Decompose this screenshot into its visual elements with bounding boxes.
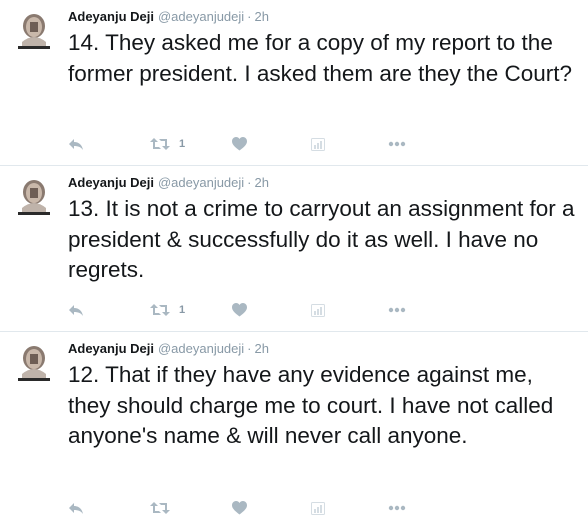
separator: · bbox=[247, 175, 252, 190]
user-handle[interactable]: @adeyanjudeji bbox=[158, 9, 244, 24]
display-name[interactable]: Adeyanju Deji bbox=[68, 175, 154, 190]
heart-icon bbox=[232, 303, 247, 317]
retweet-button[interactable] bbox=[150, 499, 179, 517]
tweet[interactable]: Adeyanju Deji @adeyanjudeji · 2h 14. They a… bbox=[0, 0, 588, 166]
timestamp[interactable]: 2h bbox=[255, 341, 269, 356]
analytics-button[interactable] bbox=[311, 301, 325, 319]
heart-icon bbox=[232, 137, 247, 151]
separator: · bbox=[247, 9, 252, 24]
timestamp[interactable]: 2h bbox=[255, 9, 269, 24]
avatar[interactable] bbox=[17, 12, 51, 52]
more-button[interactable] bbox=[388, 135, 406, 153]
like-button[interactable] bbox=[232, 135, 247, 153]
analytics-icon bbox=[311, 137, 325, 151]
user-handle[interactable]: @adeyanjudeji bbox=[158, 175, 244, 190]
tweet-text: 12. That if they have any evidence again… bbox=[68, 362, 554, 448]
retweet-button[interactable]: 1 bbox=[150, 135, 185, 153]
retweet-icon bbox=[150, 502, 170, 514]
tweet[interactable]: Adeyanju Deji @adeyanjudeji · 2h 13. It is … bbox=[0, 166, 588, 332]
reply-button[interactable] bbox=[68, 499, 84, 517]
tweet-actions bbox=[68, 499, 428, 517]
reply-button[interactable] bbox=[68, 135, 84, 153]
display-name[interactable]: Adeyanju Deji bbox=[68, 341, 154, 356]
more-icon bbox=[388, 141, 406, 147]
tweet-actions: 1 bbox=[68, 301, 428, 319]
reply-icon bbox=[69, 503, 83, 514]
tweet-actions: 1 bbox=[68, 135, 428, 153]
more-icon bbox=[388, 307, 406, 313]
retweet-icon bbox=[150, 138, 170, 150]
analytics-icon bbox=[311, 303, 325, 317]
more-button[interactable] bbox=[388, 301, 406, 319]
avatar[interactable] bbox=[17, 178, 51, 218]
analytics-button[interactable] bbox=[311, 499, 325, 517]
tweet-text: 13. It is not a crime to carryout an ass… bbox=[68, 196, 575, 282]
reply-icon bbox=[69, 139, 83, 150]
heart-icon bbox=[232, 501, 247, 515]
tweet-header: Adeyanju Deji @adeyanjudeji · 2h bbox=[68, 9, 269, 25]
more-icon bbox=[388, 505, 406, 511]
tweet-header: Adeyanju Deji @adeyanjudeji · 2h bbox=[68, 175, 269, 191]
like-button[interactable] bbox=[232, 499, 247, 517]
analytics-button[interactable] bbox=[311, 135, 325, 153]
reply-button[interactable] bbox=[68, 301, 84, 319]
retweet-count: 1 bbox=[179, 304, 186, 316]
tweet-text: 14. They asked me for a copy of my repor… bbox=[68, 30, 572, 86]
retweet-icon bbox=[150, 304, 170, 316]
tweet-header: Adeyanju Deji @adeyanjudeji · 2h bbox=[68, 341, 269, 357]
display-name[interactable]: Adeyanju Deji bbox=[68, 9, 154, 24]
tweet[interactable]: Adeyanju Deji @adeyanjudeji · 2h 12. That i… bbox=[0, 332, 588, 527]
avatar[interactable] bbox=[17, 344, 51, 384]
retweet-count: 1 bbox=[179, 138, 186, 150]
separator: · bbox=[247, 341, 252, 356]
analytics-icon bbox=[311, 501, 325, 515]
more-button[interactable] bbox=[388, 499, 406, 517]
timestamp[interactable]: 2h bbox=[255, 175, 269, 190]
like-button[interactable] bbox=[232, 301, 247, 319]
user-handle[interactable]: @adeyanjudeji bbox=[158, 341, 244, 356]
retweet-button[interactable]: 1 bbox=[150, 301, 185, 319]
timeline: Adeyanju Deji @adeyanjudeji · 2h 14. They a… bbox=[0, 0, 588, 527]
reply-icon bbox=[69, 305, 83, 316]
